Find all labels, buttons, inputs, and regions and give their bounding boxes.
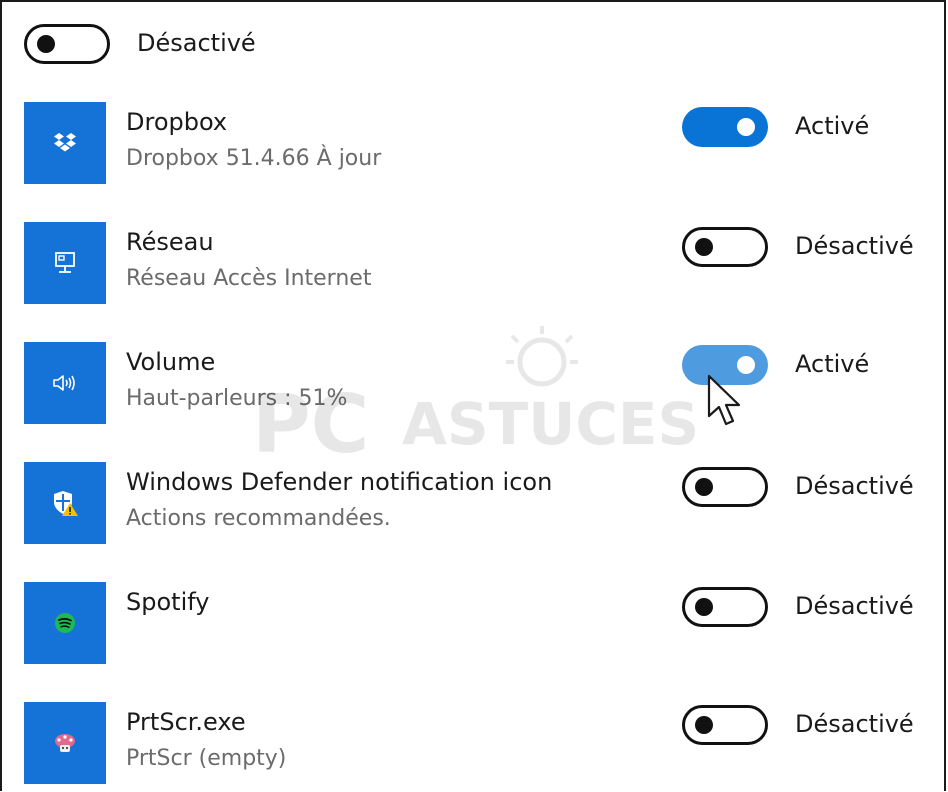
app-subtitle: Actions recommandées. bbox=[126, 506, 391, 531]
defender-shield-warning-icon bbox=[54, 491, 78, 516]
app-subtitle: PrtScr (empty) bbox=[126, 746, 287, 771]
app-tile bbox=[24, 222, 106, 304]
toggle-knob bbox=[737, 356, 755, 374]
app-name: Windows Defender notification icon bbox=[126, 468, 553, 496]
toggle-label: Activé bbox=[795, 350, 870, 378]
app-tile bbox=[24, 582, 106, 664]
top-toggle-label: Désactivé bbox=[137, 29, 256, 57]
app-subtitle: Haut-parleurs : 51% bbox=[126, 386, 348, 411]
app-row-prtscr: PrtScr.exe PrtScr (empty) Désactivé bbox=[2, 702, 948, 792]
app-subtitle: Dropbox 51.4.66 À jour bbox=[126, 146, 382, 171]
toggle-label: Désactivé bbox=[795, 232, 914, 260]
app-name: Réseau bbox=[126, 228, 214, 256]
app-row-defender: Windows Defender notification icon Actio… bbox=[2, 462, 948, 552]
spotify-toggle[interactable] bbox=[682, 587, 768, 627]
app-row-network: Réseau Réseau Accès Internet Désactivé bbox=[2, 222, 948, 312]
app-name: Volume bbox=[126, 348, 216, 376]
app-name: Spotify bbox=[126, 588, 210, 616]
toggle-knob bbox=[37, 35, 55, 53]
defender-toggle[interactable] bbox=[682, 467, 768, 507]
app-tile bbox=[24, 702, 106, 784]
app-tile bbox=[24, 462, 106, 544]
app-row-dropbox: Dropbox Dropbox 51.4.66 À jour Activé bbox=[2, 102, 948, 192]
network-toggle[interactable] bbox=[682, 227, 768, 267]
dropbox-toggle[interactable] bbox=[682, 107, 768, 147]
app-name: Dropbox bbox=[126, 108, 228, 136]
spotify-icon bbox=[55, 613, 75, 633]
volume-toggle[interactable] bbox=[682, 345, 768, 385]
prtscr-toggle[interactable] bbox=[682, 705, 768, 745]
app-tile bbox=[24, 342, 106, 424]
toggle-label: Désactivé bbox=[795, 710, 914, 738]
app-name: PrtScr.exe bbox=[126, 708, 246, 736]
speaker-icon bbox=[53, 375, 75, 391]
app-row-volume: Volume Haut-parleurs : 51% Activé bbox=[2, 342, 948, 432]
toggle-knob bbox=[695, 238, 713, 256]
toggle-label: Désactivé bbox=[795, 472, 914, 500]
app-subtitle: Réseau Accès Internet bbox=[126, 266, 372, 291]
app-tile bbox=[24, 102, 106, 184]
prtscr-icon bbox=[55, 734, 75, 752]
toggle-knob bbox=[695, 598, 713, 616]
toggle-knob bbox=[695, 478, 713, 496]
toggle-knob bbox=[737, 118, 755, 136]
dropbox-icon bbox=[54, 133, 76, 152]
toggle-knob bbox=[695, 716, 713, 734]
toggle-label: Activé bbox=[795, 112, 870, 140]
network-icon bbox=[55, 252, 75, 273]
toggle-label: Désactivé bbox=[795, 592, 914, 620]
settings-panel: Désactivé Dropbox Dropbox 51.4.66 À jour… bbox=[0, 0, 946, 791]
top-toggle[interactable] bbox=[24, 24, 110, 64]
app-row-spotify: Spotify Désactivé bbox=[2, 582, 948, 672]
